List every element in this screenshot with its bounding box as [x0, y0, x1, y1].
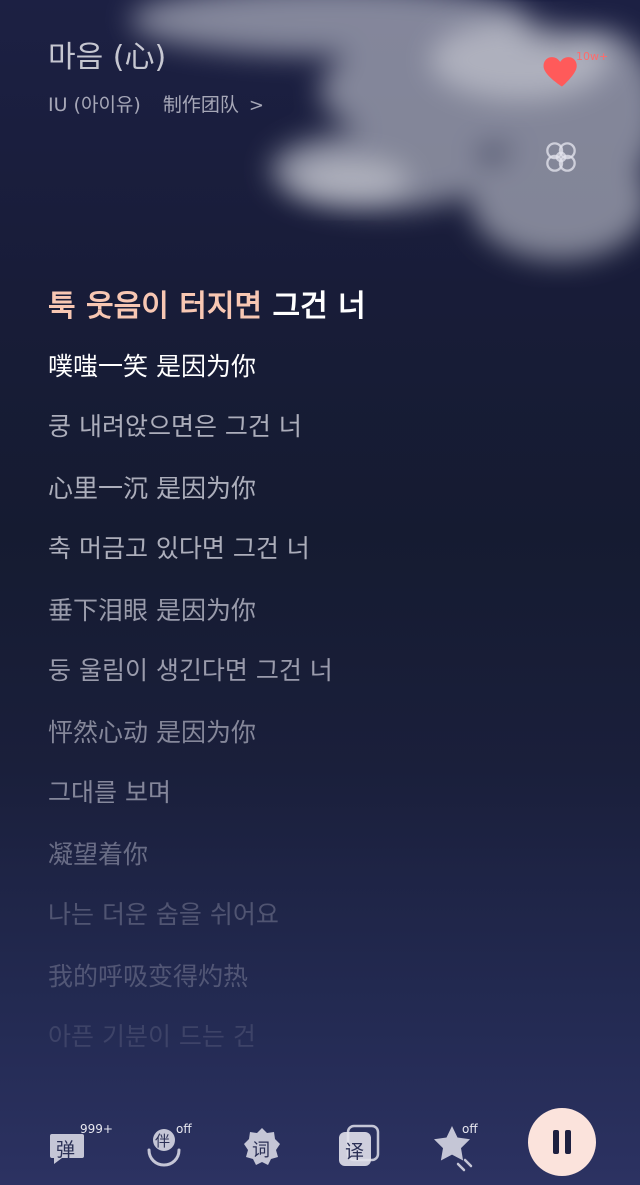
- star-off-badge: off: [462, 1122, 478, 1136]
- accompaniment-label: 伴: [155, 1132, 171, 1150]
- lyric-line[interactable]: 아픈 기분이 드는 건: [48, 1024, 608, 1086]
- lyric-line[interactable]: 둥 울림이 생긴다면 그건 너: [48, 658, 608, 720]
- lyrics-style-label: 词: [252, 1140, 270, 1161]
- lyric-translation: 心里一沉 是因为你: [48, 474, 256, 503]
- like-count: 10w+: [576, 50, 609, 63]
- lyric-translation-active: 噗嗤一笑 是因为你: [48, 352, 256, 381]
- artist-name[interactable]: IU (아이유): [48, 90, 141, 117]
- lyrics-panel: 툭 웃음이 터지면 그건 너 噗嗤一笑 是因为你 쿵 내려앉으면은 그건 너 心…: [48, 292, 608, 1086]
- lyric-line-active[interactable]: 툭 웃음이 터지면 그건 너: [48, 292, 608, 354]
- lyric-translation: 怦然心动 是因为你: [48, 718, 256, 747]
- lyric-rest-part: 그건 너: [262, 289, 366, 324]
- favorite-star-button[interactable]: off: [432, 1122, 480, 1172]
- danmu-count-badge: 999+: [80, 1122, 113, 1136]
- lyric-line[interactable]: 쿵 내려앉으면은 그건 너: [48, 414, 608, 476]
- song-subtitle: IU (아이유) 制作团队 >: [48, 90, 264, 117]
- lyric-translation: 垂下泪眼 是因为你: [48, 596, 256, 625]
- accompaniment-off-badge: off: [176, 1122, 192, 1136]
- accompaniment-button[interactable]: 伴 off: [146, 1122, 194, 1170]
- translate-label: 译: [345, 1141, 365, 1163]
- lyric-line[interactable]: 나는 더운 숨을 쉬어요: [48, 902, 608, 964]
- lyrics-style-button[interactable]: 词: [240, 1122, 288, 1170]
- danmu-label: 弹: [56, 1139, 76, 1161]
- chevron-right-icon: >: [248, 95, 264, 116]
- credits-label: 制作团队: [162, 94, 239, 116]
- lyric-line[interactable]: 축 머금고 있다면 그건 너: [48, 536, 608, 598]
- clover-icon[interactable]: [540, 136, 582, 178]
- lyric-translation: 凝望着你: [48, 840, 149, 869]
- danmu-button[interactable]: 弹 999+: [46, 1122, 113, 1170]
- translate-button[interactable]: 译: [336, 1122, 384, 1170]
- lyric-translation: 我的呼吸变得灼热: [48, 962, 249, 991]
- lyric-highlighted-part: 툭 웃음이 터지면: [48, 289, 263, 324]
- song-title: 마음 (心): [48, 40, 167, 75]
- lyric-line[interactable]: 그대를 보며: [48, 780, 608, 842]
- credits-link[interactable]: 制作团队 >: [163, 90, 264, 117]
- pause-button[interactable]: [528, 1108, 596, 1176]
